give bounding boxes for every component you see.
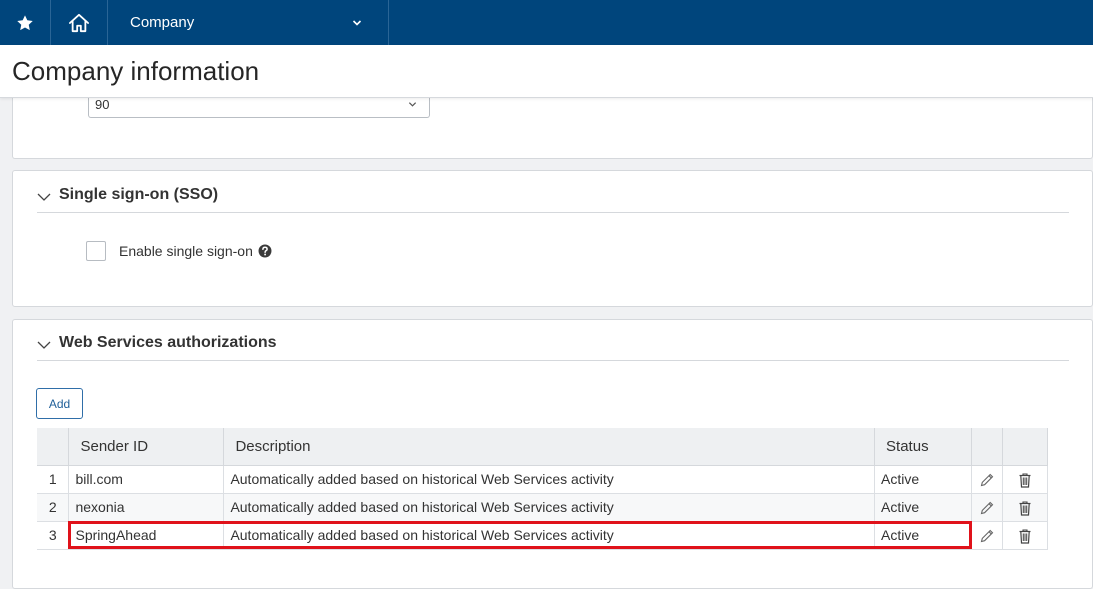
retention-panel: 90 xyxy=(12,88,1093,159)
page-title: Company information xyxy=(12,56,260,86)
trash-icon[interactable] xyxy=(1017,528,1033,544)
enable-sso-checkbox[interactable] xyxy=(86,241,106,261)
description-cell: Automatically added based on historical … xyxy=(223,493,876,522)
collapse-chevron-icon[interactable] xyxy=(37,192,51,202)
status-cell: Active xyxy=(874,521,973,550)
retention-select-value: 90 xyxy=(95,97,110,112)
edit-cell[interactable] xyxy=(971,493,1003,522)
table-row[interactable]: 1 bill.com Automatically added based on … xyxy=(37,465,1048,494)
row-number: 1 xyxy=(37,465,70,494)
pencil-icon[interactable] xyxy=(979,472,995,488)
row-number: 2 xyxy=(37,493,70,522)
table-row[interactable]: 3 SpringAhead Automatically added based … xyxy=(37,521,1048,550)
sso-section-title: Single sign-on (SSO) xyxy=(59,185,219,203)
pencil-icon[interactable] xyxy=(979,500,995,516)
description-header[interactable]: Description xyxy=(223,428,876,466)
star-icon xyxy=(17,14,33,30)
sender-id-cell[interactable]: bill.com xyxy=(68,465,225,494)
row-number-header xyxy=(37,428,70,466)
description-cell: Automatically added based on historical … xyxy=(223,465,876,494)
delete-cell[interactable] xyxy=(1002,493,1048,522)
home-button[interactable] xyxy=(51,0,108,45)
home-icon xyxy=(69,13,89,32)
edit-column-header xyxy=(971,428,1003,466)
enable-sso-label: Enable single sign-on xyxy=(119,243,253,259)
status-cell: Active xyxy=(874,493,973,522)
top-nav-bar: Company xyxy=(0,0,1093,45)
web-services-panel: Web Services authorizations Add Sender I… xyxy=(12,319,1093,589)
sender-id-header[interactable]: Sender ID xyxy=(68,428,225,466)
add-button[interactable]: Add xyxy=(36,388,83,419)
description-cell: Automatically added based on historical … xyxy=(223,521,876,550)
edit-cell[interactable] xyxy=(971,465,1003,494)
status-header[interactable]: Status xyxy=(874,428,973,466)
sso-section-header[interactable]: Single sign-on (SSO) xyxy=(37,177,1069,213)
edit-cell[interactable] xyxy=(971,521,1003,550)
delete-cell[interactable] xyxy=(1002,521,1048,550)
chevron-down-icon xyxy=(408,102,417,107)
web-services-section-header[interactable]: Web Services authorizations xyxy=(37,325,1069,361)
favorites-button[interactable] xyxy=(0,0,51,45)
company-menu-label: Company xyxy=(130,14,195,31)
sender-id-cell[interactable]: nexonia xyxy=(68,493,225,522)
sso-checkbox-row: Enable single sign-on xyxy=(86,241,272,261)
chevron-down-icon xyxy=(352,19,362,26)
help-icon[interactable] xyxy=(258,244,272,258)
table-row[interactable]: 2 nexonia Automatically added based on h… xyxy=(37,493,1048,522)
pencil-icon[interactable] xyxy=(979,528,995,544)
web-services-section-title: Web Services authorizations xyxy=(59,333,277,351)
row-number: 3 xyxy=(37,521,70,550)
status-cell: Active xyxy=(874,465,973,494)
sso-panel: Single sign-on (SSO) Enable single sign-… xyxy=(12,170,1093,307)
company-menu[interactable]: Company xyxy=(108,0,389,45)
delete-cell[interactable] xyxy=(1002,465,1048,494)
page-header: Company information xyxy=(0,45,1093,98)
web-services-table: Sender ID Description Status 1 bill.com … xyxy=(37,428,1048,550)
table-header-row: Sender ID Description Status xyxy=(37,428,1048,466)
sender-id-cell[interactable]: SpringAhead xyxy=(68,521,225,550)
delete-column-header xyxy=(1002,428,1048,466)
collapse-chevron-icon[interactable] xyxy=(37,340,51,350)
trash-icon[interactable] xyxy=(1017,472,1033,488)
trash-icon[interactable] xyxy=(1017,500,1033,516)
